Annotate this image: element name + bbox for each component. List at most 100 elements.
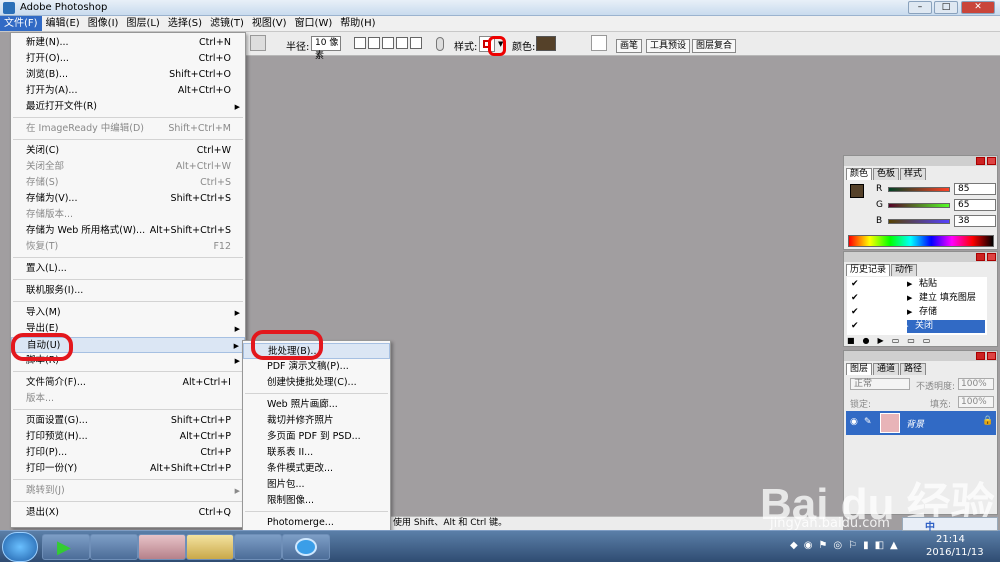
start-button[interactable] xyxy=(2,532,38,562)
check-icon[interactable]: ✔ xyxy=(851,279,861,290)
panel-tab[interactable]: 样式 xyxy=(900,168,927,180)
automate-menu-item[interactable]: Web 照片画廊... xyxy=(243,397,390,413)
tab-tool-presets[interactable]: 工具预设 xyxy=(646,39,691,53)
tool-preset-picker[interactable] xyxy=(250,35,266,51)
expand-arrow-icon[interactable]: ▶ xyxy=(907,306,912,319)
close-icon[interactable] xyxy=(987,253,996,261)
ie-button[interactable] xyxy=(282,534,330,560)
menu-6[interactable]: 视图(V) xyxy=(248,16,291,31)
automate-menu-item[interactable]: 条件模式更改... xyxy=(243,461,390,477)
radius-input[interactable]: 10 像素 xyxy=(311,36,341,61)
file-menu-item[interactable]: 存储为(V)... Shift+Ctrl+S xyxy=(11,191,245,207)
file-menu-item[interactable]: 关闭全部 Alt+Ctrl+W xyxy=(11,159,245,175)
layer-row-background[interactable]: ◉ ✎ 背景 🔒 xyxy=(846,411,996,435)
menu-0[interactable]: 文件(F) xyxy=(0,16,42,31)
channel-slider[interactable] xyxy=(888,187,950,192)
mode-new-icon[interactable] xyxy=(354,37,366,49)
file-menu-item[interactable]: 跳转到(J) ▶ xyxy=(11,483,245,499)
file-menu-item[interactable]: 版本... xyxy=(11,391,245,407)
blend-mode-select[interactable]: 正常 xyxy=(850,378,910,390)
photoshop-taskbar-button[interactable] xyxy=(234,534,282,560)
file-menu-item[interactable]: 打印一份(Y) Alt+Shift+Ctrl+P xyxy=(11,461,245,477)
close-icon[interactable] xyxy=(987,157,996,165)
expand-arrow-icon[interactable]: ▶ xyxy=(903,320,908,333)
tab-brushes[interactable]: 画笔 xyxy=(616,39,643,53)
taskbar-image-button[interactable] xyxy=(138,534,186,560)
automate-menu-item[interactable]: 联系表 II... xyxy=(243,445,390,461)
panel-tab[interactable]: 色板 xyxy=(873,168,900,180)
automate-menu-item[interactable]: 裁切并修齐照片 xyxy=(243,413,390,429)
file-menu-item[interactable]: 打开(O)... Ctrl+O xyxy=(11,51,245,67)
channel-value[interactable]: 85 xyxy=(954,183,996,195)
file-menu-item[interactable]: 联机服务(I)... xyxy=(11,283,245,299)
media-player-button[interactable]: ▶ xyxy=(42,534,90,560)
panel-tab[interactable]: 图层 xyxy=(846,363,873,375)
file-menu-item[interactable]: 导入(M) ▶ xyxy=(11,305,245,321)
close-icon[interactable] xyxy=(987,352,996,360)
close-button[interactable]: ✕ xyxy=(961,1,995,14)
file-menu-item[interactable]: 打印(P)... Ctrl+P xyxy=(11,445,245,461)
action-item[interactable]: ✔ ▶ 关闭 xyxy=(851,320,985,333)
menu-1[interactable]: 编辑(E) xyxy=(42,16,84,31)
menu-8[interactable]: 帮助(H) xyxy=(336,16,379,31)
file-menu-item[interactable]: 存储版本... xyxy=(11,207,245,223)
automate-menu-item[interactable]: 图片包... xyxy=(243,477,390,493)
file-menu-item[interactable]: 存储(S) Ctrl+S xyxy=(11,175,245,191)
taskbar-app-button[interactable] xyxy=(90,534,138,560)
minimize-icon[interactable] xyxy=(976,157,985,165)
color-ramp[interactable] xyxy=(848,235,994,247)
link-icon[interactable] xyxy=(436,37,444,51)
file-menu-item[interactable]: 打开为(A)... Alt+Ctrl+O xyxy=(11,83,245,99)
expand-arrow-icon[interactable]: ▶ xyxy=(907,278,912,291)
file-menu-item[interactable]: 存储为 Web 所用格式(W)... Alt+Shift+Ctrl+S xyxy=(11,223,245,239)
automate-menu-item[interactable]: 创建快捷批处理(C)... xyxy=(243,375,390,391)
menu-2[interactable]: 图像(I) xyxy=(84,16,123,31)
minimize-icon[interactable] xyxy=(976,352,985,360)
action-item[interactable]: ✔ ▶ 粘贴 xyxy=(851,278,991,291)
tray-icons[interactable]: ◆◉⚑◎⚐▮◧▲ xyxy=(790,540,904,551)
file-menu-item[interactable]: 打印预览(H)... Alt+Ctrl+P xyxy=(11,429,245,445)
folder-button[interactable] xyxy=(186,534,234,560)
panel-tab[interactable]: 历史记录 xyxy=(846,264,891,276)
automate-menu-item[interactable]: PDF 演示文稿(P)... xyxy=(243,359,390,375)
file-menu-item[interactable]: 浏览(B)... Shift+Ctrl+O xyxy=(11,67,245,83)
file-menu-item[interactable]: 退出(X) Ctrl+Q xyxy=(11,505,245,521)
automate-menu-item[interactable]: 多页面 PDF 到 PSD... xyxy=(243,429,390,445)
minimize-icon[interactable] xyxy=(976,253,985,261)
channel-slider[interactable] xyxy=(888,219,950,224)
expand-arrow-icon[interactable]: ▶ xyxy=(907,292,912,305)
fill-input[interactable]: 100% xyxy=(958,396,994,408)
panel-tab[interactable]: 颜色 xyxy=(846,168,873,180)
file-menu-item[interactable]: 置入(L)... xyxy=(11,261,245,277)
maximize-button[interactable]: □ xyxy=(934,1,958,14)
mode-exclude-icon[interactable] xyxy=(410,37,422,49)
file-menu-item[interactable]: 页面设置(G)... Shift+Ctrl+P xyxy=(11,413,245,429)
mode-intersect-icon[interactable] xyxy=(396,37,408,49)
color-swatch[interactable] xyxy=(536,36,556,51)
check-icon[interactable]: ✔ xyxy=(851,307,861,318)
action-item[interactable]: ✔ ▶ 存储 xyxy=(851,306,991,319)
file-menu-item[interactable]: 关闭(C) Ctrl+W xyxy=(11,143,245,159)
mode-subtract-icon[interactable] xyxy=(382,37,394,49)
check-icon[interactable]: ✔ xyxy=(851,293,861,304)
menu-3[interactable]: 图层(L) xyxy=(122,16,163,31)
menu-5[interactable]: 滤镜(T) xyxy=(206,16,248,31)
file-menu-item[interactable]: 最近打开文件(R) ▶ xyxy=(11,99,245,115)
check-icon[interactable]: ✔ xyxy=(851,321,861,332)
action-item[interactable]: ✔ ▶ 建立 填充图层 xyxy=(851,292,991,305)
file-menu-item[interactable]: 新建(N)... Ctrl+N xyxy=(11,35,245,51)
channel-slider[interactable] xyxy=(888,203,950,208)
menu-4[interactable]: 选择(S) xyxy=(164,16,206,31)
panel-tab[interactable]: 路径 xyxy=(900,363,927,375)
tab-layer-comps[interactable]: 图层复合 xyxy=(692,39,737,53)
opacity-input[interactable]: 100% xyxy=(958,378,994,390)
eye-icon[interactable]: ◉ xyxy=(850,417,858,427)
file-menu-item[interactable]: 文件简介(F)... Alt+Ctrl+I xyxy=(11,375,245,391)
file-menu-item[interactable]: 恢复(T) F12 xyxy=(11,239,245,255)
file-menu-item[interactable]: 在 ImageReady 中编辑(D) Shift+Ctrl+M xyxy=(11,121,245,137)
automate-menu-item[interactable]: 限制图像... xyxy=(243,493,390,509)
channel-value[interactable]: 65 xyxy=(954,199,996,211)
minimize-button[interactable]: – xyxy=(908,1,932,14)
palette-well-icon[interactable] xyxy=(591,35,607,51)
mode-add-icon[interactable] xyxy=(368,37,380,49)
